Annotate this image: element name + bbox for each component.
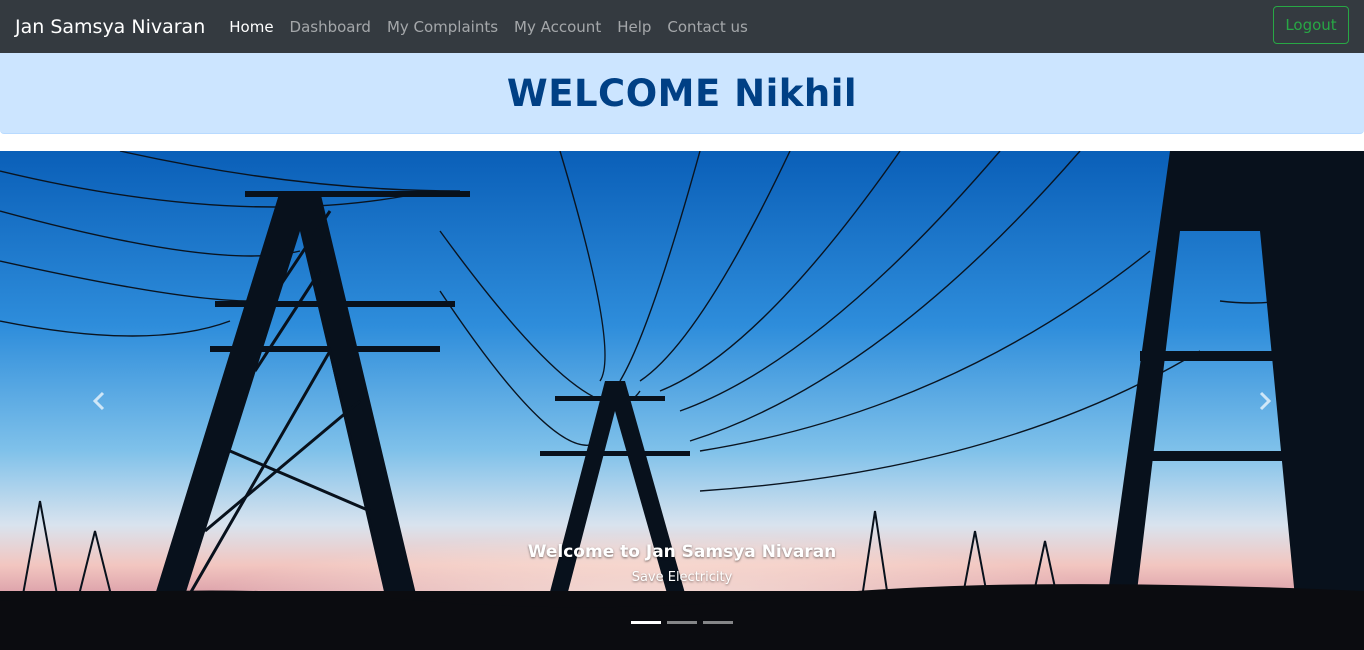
welcome-banner: WELCOME Nikhil [0, 53, 1364, 134]
image-carousel: Welcome to Jan Samsya Nivaran Save Elect… [0, 151, 1364, 650]
carousel-indicator-1[interactable] [631, 621, 661, 624]
brand-link[interactable]: Jan Samsya Nivaran [15, 16, 205, 38]
carousel-caption: Welcome to Jan Samsya Nivaran Save Elect… [0, 539, 1364, 585]
carousel-caption-subtitle: Save Electricity [631, 570, 733, 585]
chevron-right-icon [1259, 391, 1272, 410]
nav-links: Home Dashboard My Complaints My Account … [221, 18, 756, 36]
nav-home-link[interactable]: Home [221, 18, 281, 36]
nav-my-complaints-link[interactable]: My Complaints [379, 18, 506, 36]
welcome-heading: WELCOME Nikhil [506, 71, 858, 115]
top-navbar: Jan Samsya Nivaran Home Dashboard My Com… [0, 0, 1364, 53]
chevron-left-icon [92, 391, 105, 410]
carousel-indicators [0, 621, 1364, 624]
logout-button[interactable]: Logout [1273, 6, 1349, 44]
nav-help-link[interactable]: Help [609, 18, 659, 36]
carousel-indicator-2[interactable] [667, 621, 697, 624]
nav-contact-us-link[interactable]: Contact us [659, 18, 755, 36]
carousel-caption-title: Welcome to Jan Samsya Nivaran [527, 542, 837, 562]
carousel-indicator-3[interactable] [703, 621, 733, 624]
nav-dashboard-link[interactable]: Dashboard [282, 18, 379, 36]
nav-my-account-link[interactable]: My Account [506, 18, 609, 36]
